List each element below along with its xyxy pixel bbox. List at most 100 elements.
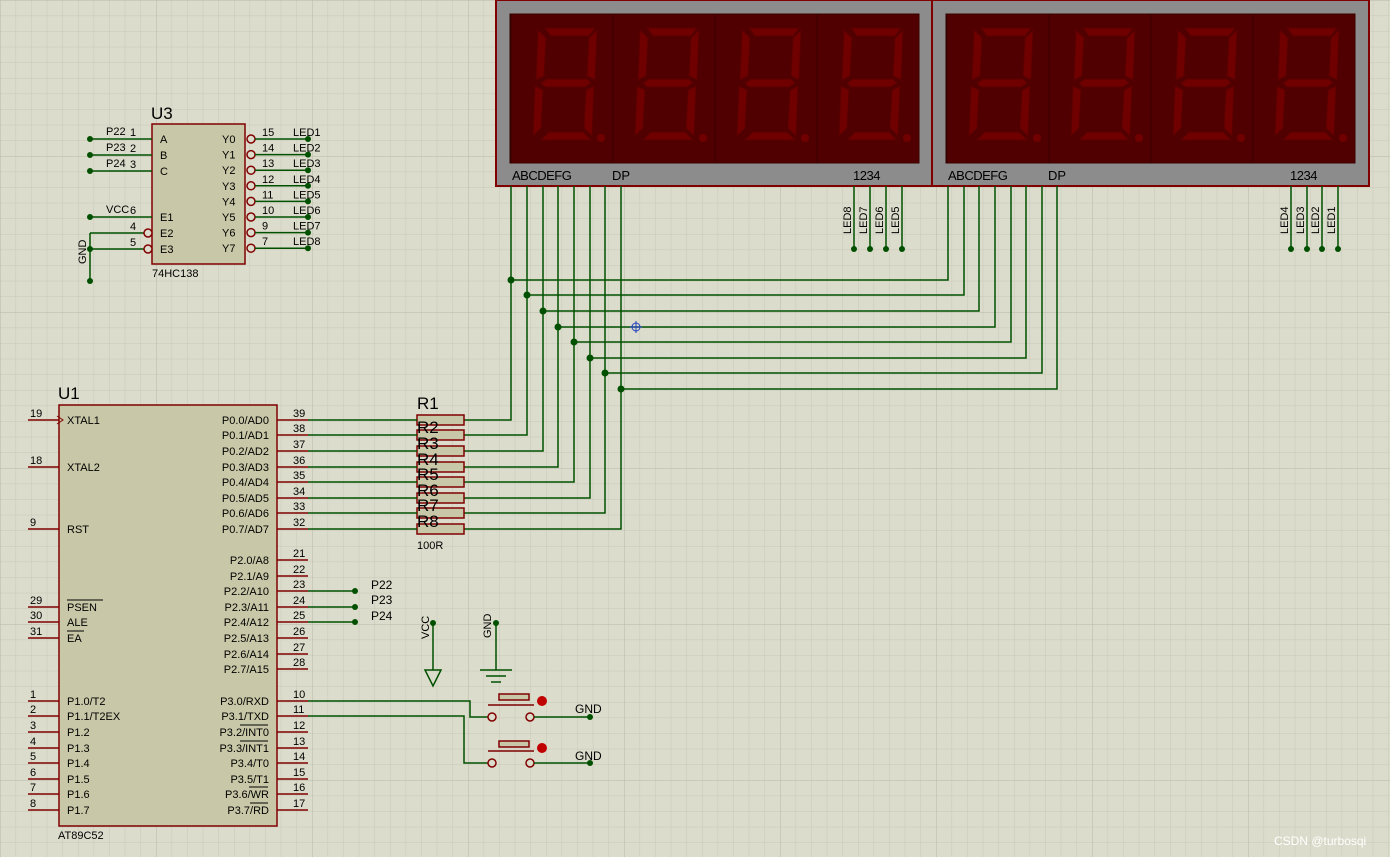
display-2-digit-2-seg-f: [1073, 28, 1085, 81]
display-1-digit-2-seg-f: [637, 28, 649, 81]
net-label-led6: LED6: [874, 206, 886, 234]
display-1-digit-4: [816, 13, 920, 164]
display-1-digit-2-seg-a: [646, 27, 698, 37]
display-2-digit-4-seg-f: [1277, 28, 1289, 81]
u1-pin-name: P0.4/AD4: [222, 477, 269, 489]
display-1-digit-4-seg-a: [850, 27, 902, 37]
u1-pin-name: P1.3: [67, 743, 90, 755]
display-2-digit-1-seg-dp: [1033, 134, 1041, 142]
resistor-array[interactable]: R1R2R3R4R5R6R7R8: [416, 394, 465, 535]
u1-pin-number: 32: [293, 517, 305, 529]
u1-pin-name: XTAL2: [67, 462, 100, 474]
display-1-digit-4-seg-c: [889, 85, 901, 138]
inverter-bubble-icon: [246, 181, 256, 191]
u1-pin-name: PSEN: [67, 602, 97, 614]
u3-pin-number: 1: [130, 127, 136, 139]
u1-pin-number: 10: [293, 689, 305, 701]
u1-pin-number: 33: [293, 501, 305, 513]
display-2-digit-label: 1234: [1290, 168, 1317, 183]
display-1-digit-2: [612, 13, 716, 164]
inverter-bubble-icon: [246, 212, 256, 222]
u3-net-label: LED3: [293, 158, 321, 170]
u1-pin-name: P3.2/INT0: [219, 727, 269, 739]
u3-pin-number: 2: [130, 143, 136, 155]
u3-net-label: LED8: [293, 236, 321, 248]
u1-pin-name: RST: [67, 524, 89, 536]
display-1-digit-2-seg-dp: [699, 134, 707, 142]
u1-pin-number: 23: [293, 579, 305, 591]
display-2-digit-3-seg-c: [1223, 85, 1235, 138]
u1-pin-number: 18: [30, 455, 42, 467]
u3-pin-a-dot: [87, 136, 93, 142]
u3-net-label: LED6: [293, 205, 321, 217]
schematic-canvas[interactable]: ABCDEFG DP 1234 ABCDEFG DP 1234 LED8 LED…: [0, 0, 1390, 857]
u3-pin-name: Y5: [222, 212, 235, 224]
u3-part: 74HC138: [152, 268, 198, 280]
u1-pin-name: P1.7: [67, 805, 90, 817]
u1-pin-name: XTAL1: [67, 415, 100, 427]
u3-pin-number: 3: [130, 159, 136, 171]
u1-pin-number: 31: [30, 626, 42, 638]
button-2-state-icon: [537, 743, 547, 753]
display-2-digit-3-seg-d: [1179, 131, 1233, 141]
display-2-seg-label: ABCDEFG: [948, 168, 1008, 183]
display-1-digit-label: 1234: [853, 168, 880, 183]
u1-pin-name: P2.6/A14: [224, 649, 269, 661]
u1-pin-number: 8: [30, 798, 36, 810]
u1-pin-name: P1.0/T2: [67, 696, 106, 708]
u1-pin-name: P0.1/AD1: [222, 430, 269, 442]
u3-pin-number: 14: [262, 143, 274, 155]
vcc-label: VCC: [420, 616, 432, 639]
button-1-contact-left: [487, 712, 497, 722]
gnd-dot: [493, 620, 499, 626]
u3-net-label: LED1: [293, 127, 321, 139]
u3-gnd-label: GND: [77, 240, 89, 265]
display-1-digit-1-seg-g: [540, 78, 592, 88]
u1-part: AT89C52: [58, 830, 104, 842]
display-1-digit-3-seg-c: [787, 85, 799, 138]
display-2-digit-4-seg-d: [1281, 131, 1335, 141]
u1-pin-name: P1.2: [67, 727, 90, 739]
u3-pin-name: Y2: [222, 165, 235, 177]
u1-pin-name: P1.1/T2EX: [67, 711, 121, 723]
display-2[interactable]: ABCDEFG DP 1234: [931, 0, 1370, 187]
u1-pin-name: P2.7/A15: [224, 664, 269, 676]
net-label-p22: P22: [371, 578, 393, 592]
resistor-value: 100R: [417, 540, 443, 552]
u1-pin-number: 39: [293, 408, 305, 420]
inverter-bubble-icon: [143, 228, 153, 238]
display-2-digit-2-seg-c: [1121, 85, 1133, 138]
resistor-label: R8: [417, 512, 439, 531]
display-2-digit-1: [946, 13, 1050, 164]
net-label-led1: LED1: [1326, 206, 1338, 234]
display-1-digit-3-seg-a: [748, 27, 800, 37]
u1-mcu[interactable]: U1 XTAL119XTAL218RST9PSEN29ALE30EA31P1.0…: [28, 384, 308, 842]
u3-net-label: LED5: [293, 189, 321, 201]
u1-pin-number: 4: [30, 736, 36, 748]
display-1-digit-4-seg-f: [841, 28, 853, 81]
inverter-bubble-icon: [246, 165, 256, 175]
u1-pin-number: 6: [30, 767, 36, 779]
u1-pin-number: 30: [30, 610, 42, 622]
u1-pin-name: P1.5: [67, 774, 90, 786]
u3-net-label: P22: [106, 126, 126, 138]
button-2-cap: [498, 740, 530, 748]
display-1[interactable]: ABCDEFG DP 1234: [495, 0, 933, 187]
display-2-digit-3-seg-dp: [1237, 134, 1245, 142]
u3-pin-name: Y0: [222, 134, 235, 146]
u3-pin-number: 5: [130, 237, 136, 249]
u3-pin-number: 13: [262, 158, 274, 170]
net-label-led2: LED2: [1310, 206, 1322, 234]
button-1-gnd-label: GND: [575, 702, 602, 716]
u1-pin-number: 24: [293, 595, 305, 607]
u1-pin-name: P0.6/AD6: [222, 508, 269, 520]
u3-pin-b-dot: [87, 152, 93, 158]
display-1-digit-1: [510, 13, 614, 164]
display-2-digit-3-seg-f: [1175, 28, 1187, 81]
u1-pin-number: 3: [30, 720, 36, 732]
display-1-digit-4-seg-dp: [903, 134, 911, 142]
display-1-digit-3-seg-dp: [801, 134, 809, 142]
u1-pin-number: 5: [30, 751, 36, 763]
u1-pin-number: 19: [30, 408, 42, 420]
button-1-state-icon: [537, 696, 547, 706]
